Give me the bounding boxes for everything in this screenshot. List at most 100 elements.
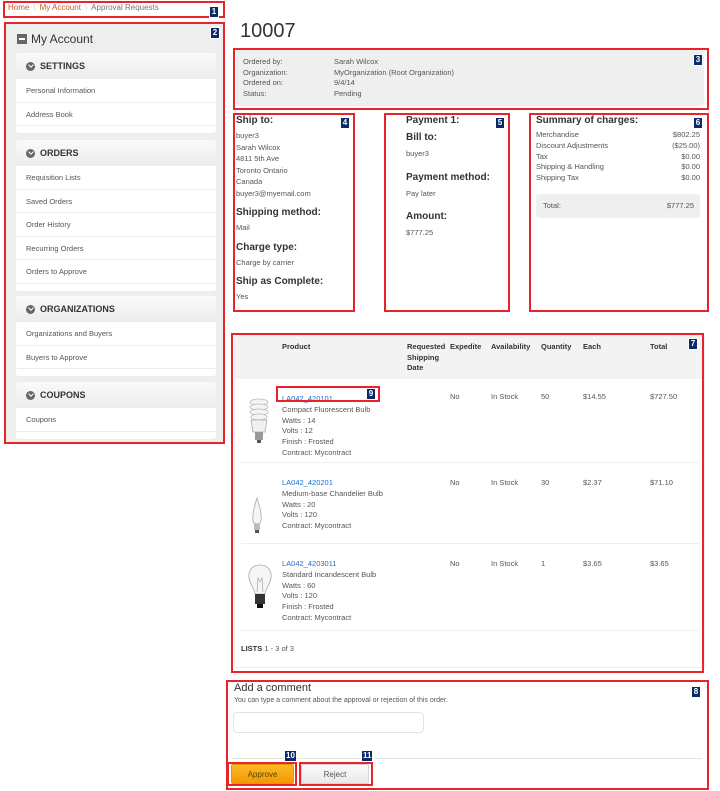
collapse-icon[interactable]	[17, 34, 27, 44]
each-cell: $2.37	[583, 478, 602, 487]
column-header-total: Total	[650, 342, 668, 351]
sidebar-item-orders-to-approve[interactable]: Orders to Approve	[16, 260, 216, 284]
summary-heading: Summary of charges:	[536, 115, 639, 126]
ship-address-line: buyer3	[236, 131, 259, 140]
breadcrumb: Home \ My Account \ Approval Requests	[8, 3, 159, 12]
sidebar-title[interactable]: My Account	[17, 32, 93, 46]
summary-row-shipping-tax: Shipping Tax $0.00	[536, 173, 700, 183]
order-items-table: Product Requested Shipping Date Expedite…	[234, 335, 705, 668]
product-attr: Finish : Frosted	[282, 602, 334, 612]
nav-group-organizations: ORGANIZATIONS Organizations and Buyers B…	[16, 296, 216, 376]
table-row: LA042_420201 Medium-base Chandelier Bulb…	[241, 463, 699, 544]
info-row-status: Status: Pending	[243, 88, 362, 98]
nav-group-title: ORGANIZATIONS	[40, 304, 115, 314]
sidebar-item-order-history[interactable]: Order History	[16, 213, 216, 237]
sidebar-item-recurring-orders[interactable]: Recurring Orders	[16, 237, 216, 260]
nav-group-title: SETTINGS	[40, 61, 86, 71]
sidebar-item-requisition-lists[interactable]: Requisition Lists	[16, 166, 216, 190]
charge-type-heading: Charge type:	[236, 241, 298, 253]
callout-number: 1	[209, 6, 219, 18]
info-row-organization: Organization: MyOrganization (Root Organi…	[243, 67, 455, 77]
nav-group-title: COUPONS	[40, 390, 86, 400]
breadcrumb-separator: \	[33, 3, 36, 12]
callout-number: 2	[210, 27, 220, 39]
callout-number: 3	[693, 54, 703, 66]
sidebar-item-personal-information[interactable]: Personal Information	[16, 79, 216, 103]
ship-to-heading: Ship to:	[236, 115, 274, 126]
approve-button[interactable]: Approve	[231, 764, 294, 784]
product-attr: Volts : 120	[282, 591, 318, 601]
comment-title: Add a comment	[234, 682, 312, 694]
shipping-method-value: Mail	[236, 223, 250, 232]
table-row: LA042_420101 Compact Fluorescent Bulb Wa…	[241, 380, 699, 463]
availability-cell: In Stock	[491, 392, 519, 401]
reject-button[interactable]: Reject	[301, 764, 369, 784]
bill-to-heading: Bill to:	[406, 132, 438, 143]
ship-email: buyer3@myemail.com	[236, 188, 311, 198]
payment-method-heading: Payment method:	[406, 171, 490, 183]
column-header-requested-shipping-date: Requested Shipping Date	[407, 342, 446, 372]
payment-method-value: Pay later	[406, 188, 436, 198]
shipping-method-heading: Shipping method:	[236, 207, 321, 218]
bill-to-value: buyer3	[406, 149, 429, 158]
ship-address-line: Sarah Wilcox	[236, 142, 281, 152]
nav-group-header-settings[interactable]: SETTINGS	[16, 53, 216, 79]
chevron-down-icon	[26, 390, 35, 400]
ship-address-line: Canada	[236, 177, 263, 186]
sidebar-item-coupons[interactable]: Coupons	[16, 408, 216, 432]
expedite-cell: No	[450, 559, 460, 568]
sidebar-item-organizations-and-buyers[interactable]: Organizations and Buyers	[16, 322, 216, 346]
breadcrumb-current: Approval Requests	[91, 3, 159, 12]
page-title: 10007	[240, 20, 296, 42]
chevron-down-icon	[26, 148, 35, 158]
ship-address-line: 4811 5th Ave	[236, 154, 280, 163]
summary-row-merchandise: Merchandise $802.25	[536, 130, 700, 139]
total-label: Total:	[543, 201, 561, 211]
info-row-ordered-on: Ordered on: 9/4/14	[243, 78, 355, 87]
nav-group-header-coupons[interactable]: COUPONS	[16, 382, 216, 408]
breadcrumb-my-account-link[interactable]: My Account	[40, 3, 81, 12]
chevron-down-icon	[26, 304, 35, 314]
sidebar-item-address-book[interactable]: Address Book	[16, 103, 216, 126]
callout-number: 9	[366, 388, 376, 400]
quantity-cell: 1	[541, 559, 546, 568]
callout-number: 4	[340, 117, 350, 129]
product-attr: Volts : 120	[282, 510, 318, 520]
pagination-summary: LISTS 1 - 3 of 3	[241, 644, 294, 653]
availability-cell: In Stock	[491, 559, 519, 568]
product-sku-link[interactable]: LA042_4203011	[282, 559, 337, 568]
chevron-down-icon	[26, 61, 35, 71]
breadcrumb-separator: \	[84, 3, 88, 12]
product-attr: Watts : 60	[282, 580, 316, 590]
sidebar-item-saved-orders[interactable]: Saved Orders	[16, 190, 216, 213]
shipping-details: Ship to: buyer3 Sarah Wilcox 4811 5th Av…	[236, 115, 354, 303]
callout-number: 10	[284, 750, 297, 762]
comment-hint: You can type a comment about the approva…	[234, 697, 448, 704]
comment-input[interactable]	[233, 712, 424, 733]
nav-group-header-organizations[interactable]: ORGANIZATIONS	[16, 296, 216, 322]
summary-row-tax: Tax $0.00	[536, 151, 700, 161]
product-sku-link[interactable]: LA042_420201	[282, 478, 333, 487]
ship-as-complete-heading: Ship as Complete:	[236, 276, 324, 287]
nav-group-settings: SETTINGS Personal Information Address Bo…	[16, 53, 216, 133]
product-attr: Contract: Mycontract	[282, 612, 352, 622]
product-cell: LA042_420101 Compact Fluorescent Bulb Wa…	[282, 394, 370, 459]
quantity-cell: 50	[541, 392, 550, 401]
product-name: Standard Incandescent Bulb	[282, 569, 377, 579]
charge-type-value: Charge by carrier	[236, 257, 294, 267]
callout-number: 11	[361, 750, 374, 762]
product-sku-link[interactable]: LA042_420101	[282, 394, 333, 403]
summary-total: Total: $777.25	[536, 193, 700, 218]
each-cell: $14.55	[583, 392, 606, 401]
sidebar: My Account SETTINGS Personal Information…	[6, 23, 224, 443]
callout-number: 5	[495, 117, 505, 129]
product-name: Compact Fluorescent Bulb	[282, 404, 371, 414]
callout-number: 6	[693, 117, 703, 129]
column-header-each: Each	[583, 342, 601, 351]
breadcrumb-home-link[interactable]: Home	[8, 3, 29, 12]
nav-group-header-orders[interactable]: ORDERS	[16, 140, 216, 166]
column-header-availability: Availability	[491, 342, 531, 351]
sidebar-item-buyers-to-approve[interactable]: Buyers to Approve	[16, 346, 216, 369]
nav-group-orders: ORDERS Requisition Lists Saved Orders Or…	[16, 140, 216, 291]
incandescent-bulb-image	[248, 564, 272, 608]
